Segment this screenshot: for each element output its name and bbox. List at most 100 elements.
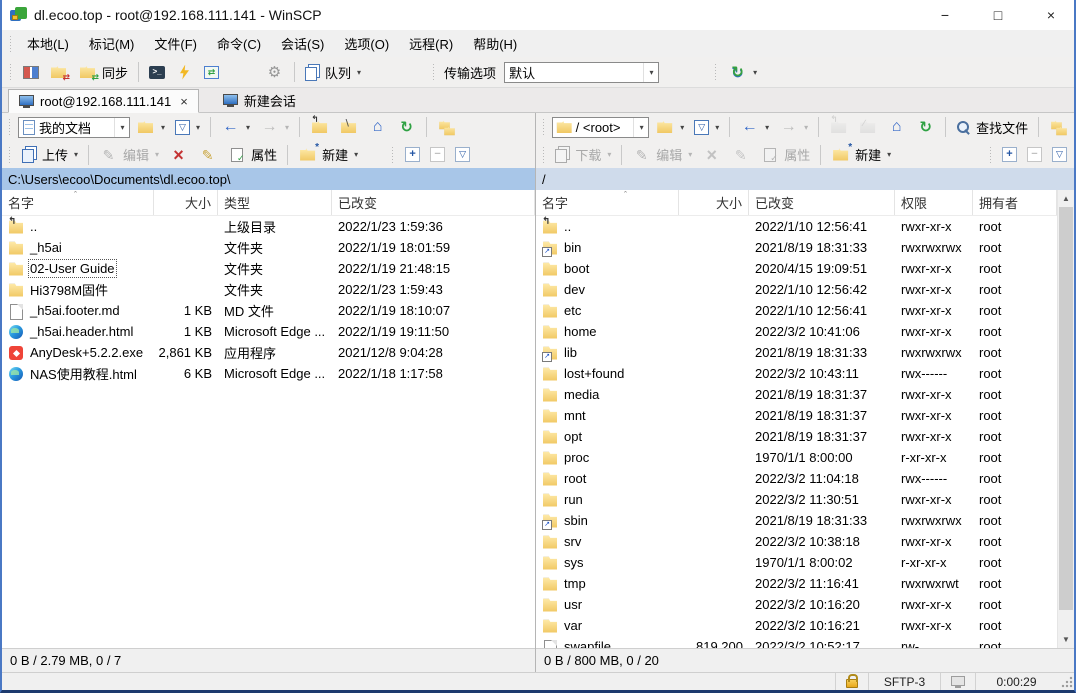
column-header-changed[interactable]: 已改变 [332,190,535,215]
file-row[interactable]: etc2022/1/10 12:56:41rwxr-xr-xroot [536,300,1057,321]
local-new-button[interactable]: *新建▾ [294,142,362,167]
remote-filter-button[interactable]: ▽▾ [690,115,723,140]
upload-button[interactable]: 上传▾ [18,142,82,167]
file-row[interactable]: media2021/8/19 18:31:37rwxr-xr-xroot [536,384,1057,405]
local-file-list[interactable]: ..上级目录2022/1/23 1:59:36_h5ai文件夹2022/1/19… [2,216,535,648]
menu-file[interactable]: 文件(F) [144,30,207,57]
file-row[interactable]: boot2020/4/15 19:09:51rwxr-xr-xroot [536,258,1057,279]
local-properties-button[interactable]: ✓属性 [223,142,281,167]
file-row[interactable]: proc1970/1/1 8:00:00r-xr-xr-xroot [536,447,1057,468]
file-row[interactable]: ..上级目录2022/1/23 1:59:36 [2,216,535,237]
remote-dir-combobox[interactable]: / <root> ▾ [552,117,650,138]
remote-edit-button[interactable]: ✎编辑▾ [628,142,696,167]
tab-new-session[interactable]: 新建会话 [213,88,306,112]
queue-button[interactable]: 队列▾ [301,60,365,85]
encryption-cell[interactable] [835,673,868,690]
remote-sync-browsing-button[interactable] [1045,115,1071,140]
local-select-button[interactable]: + [401,142,424,167]
local-edit-button[interactable]: ✎编辑▾ [95,142,163,167]
local-path-bar[interactable]: C:\Users\ecoo\Documents\dl.ecoo.top\ [2,168,535,190]
remote-unselect-button[interactable]: − [1023,142,1046,167]
local-forward-button[interactable]: →▾ [256,115,293,140]
local-rename-button[interactable]: ✎ [194,142,221,167]
file-row[interactable]: swapfile819,2002022/3/2 10:52:17rw-root [536,636,1057,648]
remote-properties-button[interactable]: ✓属性 [756,142,814,167]
file-row[interactable]: bin2021/8/19 18:31:33rwxrwxrwxroot [536,237,1057,258]
file-row[interactable]: tmp2022/3/2 11:16:41rwxrwxrwtroot [536,573,1057,594]
title-bar[interactable]: dl.ecoo.top - root@192.168.111.141 - Win… [2,0,1074,30]
file-row[interactable]: Hi3798M固件文件夹2022/1/23 1:59:43 [2,279,535,300]
file-row[interactable]: run2022/3/2 11:30:51rwxr-xr-xroot [536,489,1057,510]
toolbar-grip[interactable] [989,147,993,163]
file-row[interactable]: AnyDesk+5.2.2.exe2,861 KB应用程序2021/12/8 9… [2,342,535,363]
transfer-preset-combobox[interactable]: 默认 ▾ [504,62,659,83]
resize-grip[interactable] [1061,676,1073,688]
column-header-changed[interactable]: 已改变 [749,190,895,215]
file-row[interactable]: srv2022/3/2 10:38:18rwxr-xr-xroot [536,531,1057,552]
chevron-down-icon[interactable]: ▾ [643,63,658,82]
remote-select-button[interactable]: + [998,142,1021,167]
menu-session[interactable]: 会话(S) [271,30,334,57]
remote-delete-button[interactable]: × [698,142,725,167]
local-home-button[interactable]: ⌂ [364,115,391,140]
menu-grip[interactable] [9,36,14,52]
chevron-down-icon[interactable]: ▾ [114,118,129,137]
toolbar-grip[interactable] [542,119,547,135]
find-files-button[interactable]: 查找文件 [952,115,1032,140]
tab-session[interactable]: root@192.168.111.141 × [8,89,199,113]
local-filter-button[interactable]: ▽▾ [171,115,204,140]
local-delete-button[interactable]: × [165,142,192,167]
local-selection-filter-button[interactable]: ▽ [451,142,474,167]
toolbar-grip[interactable] [8,147,13,163]
local-drive-combobox[interactable]: 我的文档 ▾ [18,117,130,138]
chevron-down-icon[interactable]: ▾ [633,118,648,137]
toolbar-grip[interactable] [391,147,396,163]
tab-close-icon[interactable]: × [180,94,188,109]
file-row[interactable]: 02-User Guide文件夹2022/1/19 21:48:15 [2,258,535,279]
column-header-name[interactable]: 名字 [536,190,679,215]
file-row[interactable]: mnt2021/8/19 18:31:37rwxr-xr-xroot [536,405,1057,426]
local-unselect-button[interactable]: − [426,142,449,167]
preferences-button[interactable]: ⚙ [261,60,288,85]
scroll-down-icon[interactable]: ▼ [1058,631,1074,648]
menu-help[interactable]: 帮助(H) [463,30,527,57]
remote-open-dir-button[interactable]: ▾ [651,115,688,140]
file-row[interactable]: root2022/3/2 11:04:18rwx------root [536,468,1057,489]
menu-local[interactable]: 本地(L) [17,30,79,57]
toolbar-grip[interactable] [9,64,14,80]
server-cell[interactable] [940,673,975,690]
session-time-cell[interactable]: 0:00:29 [975,673,1057,690]
swap-panels-button[interactable]: ⇄ [45,60,72,85]
transfer-settings-button[interactable]: ↻▾ [724,60,761,85]
local-refresh-button[interactable]: ↻ [393,115,420,140]
remote-forward-button[interactable]: →▾ [775,115,812,140]
file-row[interactable]: _h5ai.header.html1 KBMicrosoft Edge ...2… [2,321,535,342]
minimize-button[interactable]: − [922,0,968,30]
remote-home-button[interactable]: ⌂ [883,115,910,140]
menu-remote[interactable]: 远程(R) [399,30,463,57]
column-header-permissions[interactable]: 权限 [895,190,973,215]
open-console-button[interactable]: >_ [145,60,169,85]
file-row[interactable]: lost+found2022/3/2 10:43:11rwx------root [536,363,1057,384]
file-row[interactable]: NAS使用教程.html6 KBMicrosoft Edge ...2022/1… [2,363,535,384]
refresh-panels-button[interactable]: ⇄ [200,60,223,85]
local-open-dir-button[interactable]: ▾ [132,115,169,140]
file-row[interactable]: sys1970/1/1 8:00:02r-xr-xr-xroot [536,552,1057,573]
synchronize-button[interactable]: ⇄同步 [74,60,132,85]
close-button[interactable]: × [1028,0,1074,30]
vertical-scrollbar[interactable]: ▲ ▼ [1057,190,1074,648]
column-header-size[interactable]: 大小 [154,190,218,215]
remote-selection-filter-button[interactable]: ▽ [1048,142,1071,167]
maximize-button[interactable]: □ [975,0,1021,30]
file-row[interactable]: lib2021/8/19 18:31:33rwxrwxrwxroot [536,342,1057,363]
remote-root-dir-button[interactable]: ∕ [854,115,881,140]
column-header-type[interactable]: 类型 [218,190,332,215]
column-header-size[interactable]: 大小 [679,190,749,215]
toolbar-grip[interactable] [432,64,437,80]
file-row[interactable]: _h5ai文件夹2022/1/19 18:01:59 [2,237,535,258]
file-row[interactable]: dev2022/1/10 12:56:42rwxr-xr-xroot [536,279,1057,300]
column-header-owner[interactable]: 拥有者 [973,190,1057,215]
file-row[interactable]: ..2022/1/10 12:56:41rwxr-xr-xroot [536,216,1057,237]
remote-new-button[interactable]: *新建▾ [827,142,895,167]
layout-button[interactable] [19,60,43,85]
